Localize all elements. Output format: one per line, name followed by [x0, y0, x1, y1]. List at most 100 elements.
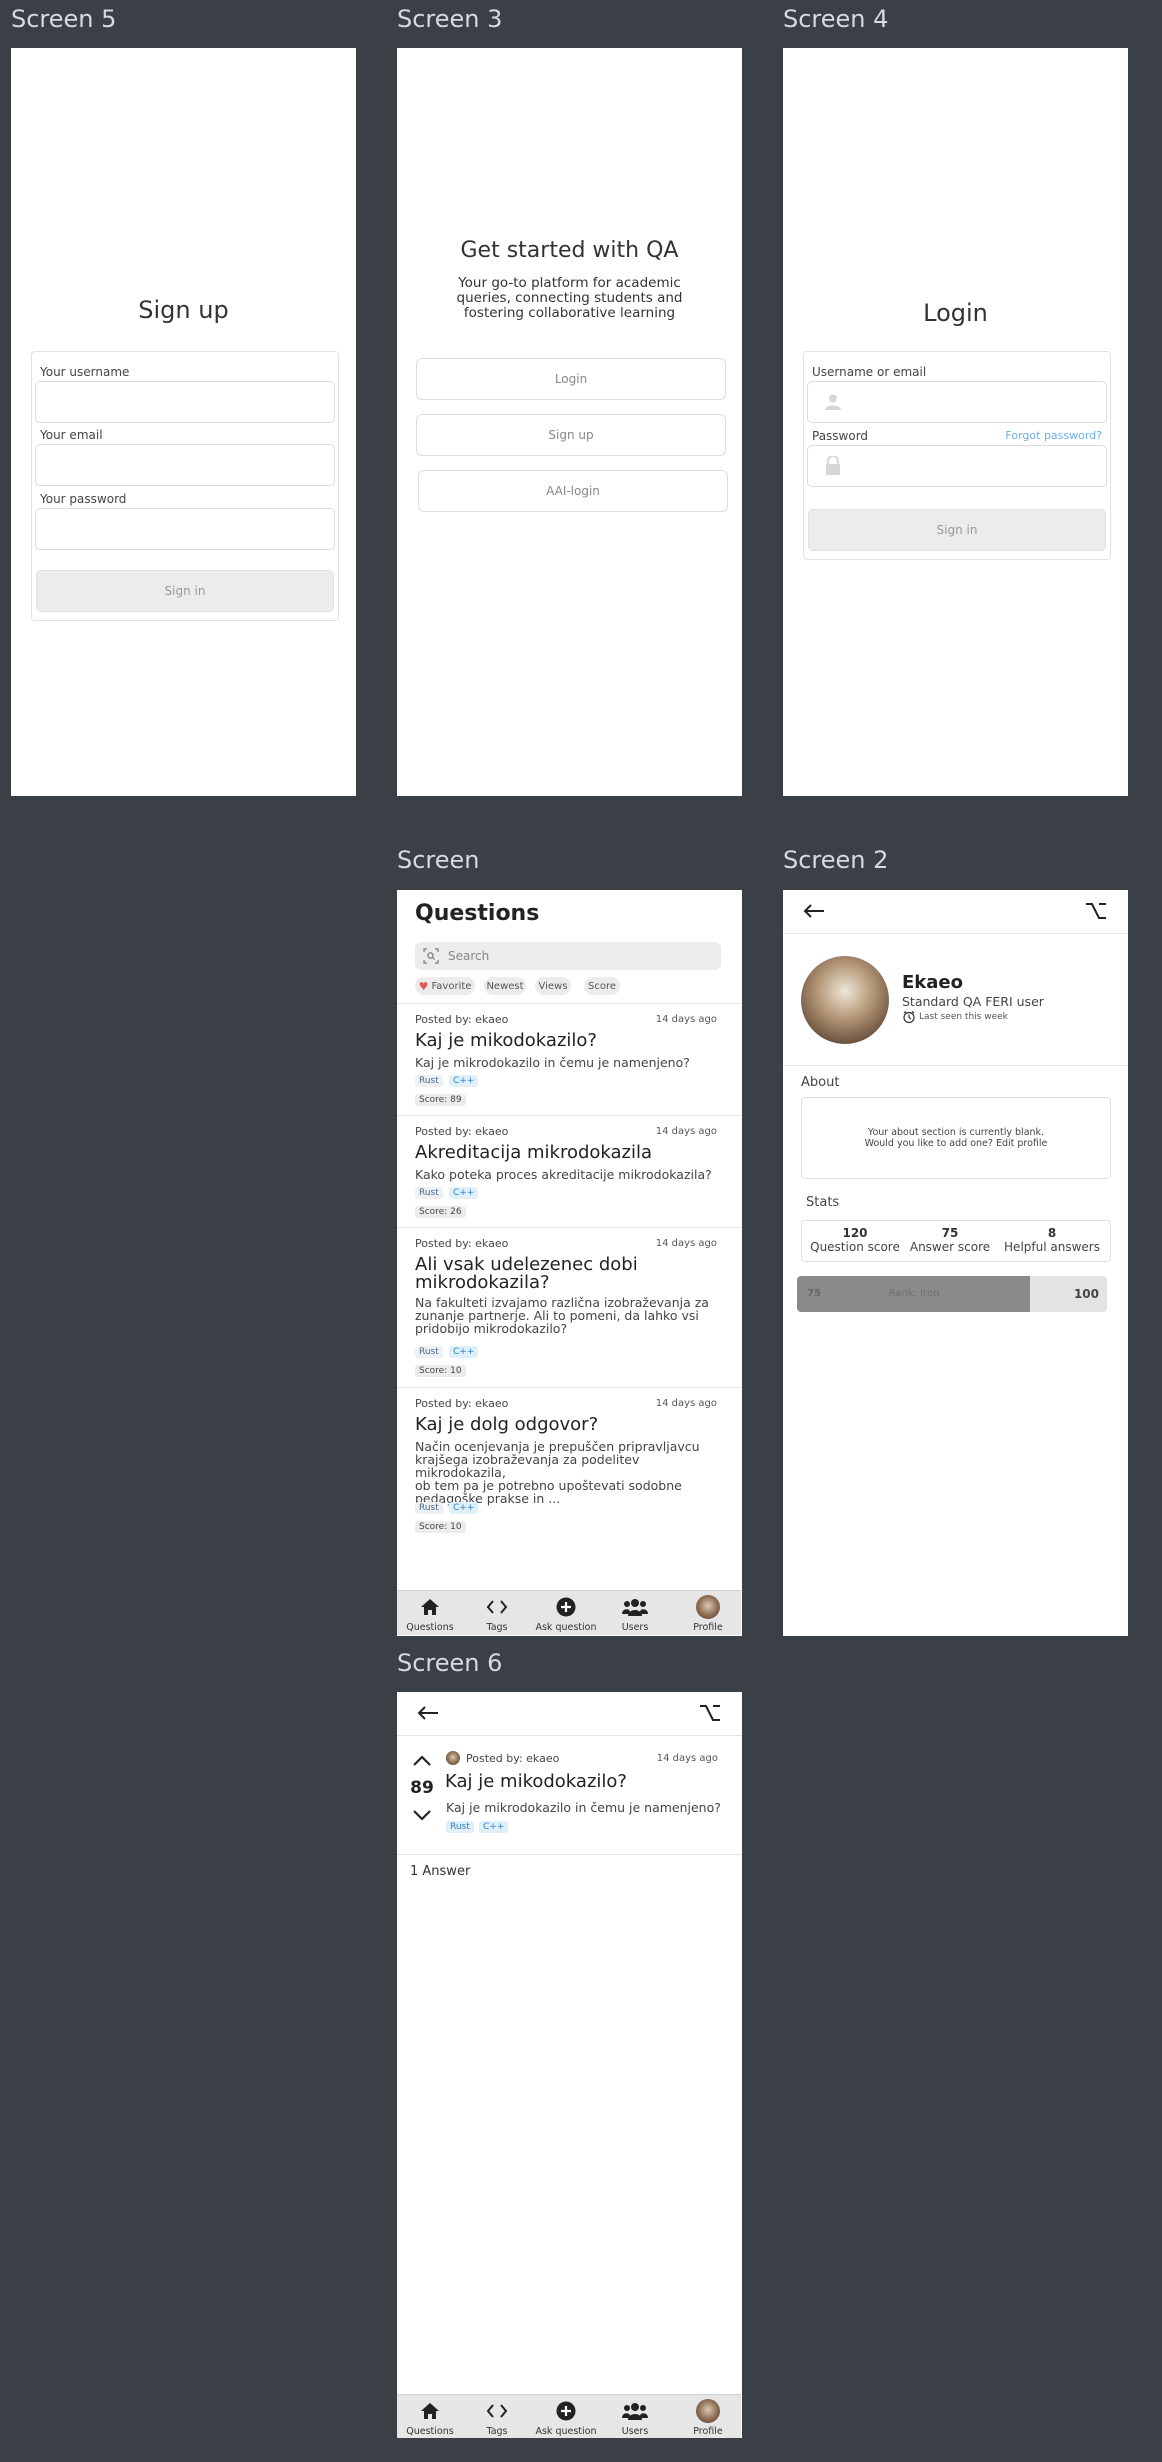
- question-title[interactable]: Kaj je dolg odgovor?: [415, 1416, 725, 1434]
- option-key-icon[interactable]: [1085, 902, 1107, 920]
- filter-score[interactable]: Score: [584, 977, 620, 995]
- email-input[interactable]: [35, 444, 335, 486]
- password-input[interactable]: [35, 508, 335, 550]
- screen-label-5: Screen 5: [11, 5, 117, 33]
- question-body: Kako poteka proces akreditacije mikrodok…: [415, 1167, 712, 1182]
- question-title[interactable]: Kaj je mikodokazilo?: [415, 1032, 725, 1050]
- question-title[interactable]: Ali vsak udelezenec dobi mikrodokazila?: [415, 1256, 725, 1292]
- tag-cpp[interactable]: C++: [449, 1346, 479, 1358]
- question-title[interactable]: Akreditacija mikrodokazila: [415, 1144, 725, 1162]
- profile-name: Ekaeo: [902, 972, 963, 993]
- avatar: [696, 1595, 720, 1619]
- username-email-input[interactable]: [807, 381, 1107, 423]
- about-text: Your about section is currently blank. W…: [864, 1127, 1048, 1149]
- downvote-icon[interactable]: [412, 1809, 432, 1822]
- signup-button[interactable]: Sign up: [416, 414, 726, 456]
- bottom-nav: Questions Tags Ask question Users Profil…: [397, 1590, 741, 1635]
- password-input[interactable]: [807, 445, 1107, 487]
- question-item[interactable]: Posted by: ekaeo 14 days ago Kaj je dolg…: [397, 1387, 741, 1542]
- tag-cpp[interactable]: C++: [449, 1502, 479, 1514]
- back-arrow-icon[interactable]: [417, 1705, 439, 1721]
- stats-label: Stats: [806, 1195, 840, 1210]
- lock-icon: [826, 456, 840, 475]
- tag-cpp[interactable]: C++: [479, 1821, 509, 1833]
- aai-login-button[interactable]: AAI-login: [418, 470, 728, 512]
- tag-cpp[interactable]: C++: [449, 1075, 479, 1087]
- nav-profile[interactable]: Profile: [673, 2395, 742, 2438]
- login-button[interactable]: Login: [416, 358, 726, 400]
- rank-label: Rank: Iron: [888, 1288, 940, 1299]
- password-label: Password: [812, 429, 869, 443]
- sign-in-button[interactable]: Sign in: [36, 570, 334, 612]
- posted-by: Posted by: ekaeo: [415, 1013, 509, 1026]
- tag-rust[interactable]: Rust: [415, 1346, 443, 1358]
- screen-label-2: Screen 2: [783, 846, 889, 874]
- nav-ask-question[interactable]: Ask question: [531, 2395, 601, 2438]
- profile-screen: Ekaeo Standard QA FERI user Last seen th…: [783, 890, 1128, 1636]
- posted-ago: 14 days ago: [655, 1398, 717, 1409]
- question-item[interactable]: Posted by: ekaeo 14 days ago Akreditacij…: [397, 1115, 741, 1226]
- tag-rust[interactable]: Rust: [446, 1821, 474, 1833]
- nav-profile[interactable]: Profile: [673, 1591, 742, 1635]
- upvote-icon[interactable]: [412, 1754, 432, 1767]
- last-seen: Last seen this week: [919, 1012, 1008, 1022]
- question-item[interactable]: Posted by: ekaeo 14 days ago Kaj je miko…: [397, 1003, 741, 1114]
- back-arrow-icon[interactable]: [803, 903, 825, 919]
- posted-by: Posted by: ekaeo: [415, 1237, 509, 1250]
- score-badge: Score: 10: [415, 1365, 466, 1377]
- search-placeholder: Search: [448, 949, 490, 963]
- username-input[interactable]: [35, 381, 335, 423]
- filter-newest[interactable]: Newest: [484, 977, 526, 995]
- nav-tags[interactable]: Tags: [462, 1591, 532, 1635]
- nav-questions[interactable]: Questions: [397, 1591, 465, 1635]
- tag-rust[interactable]: Rust: [415, 1187, 443, 1199]
- nav-ask-question[interactable]: Ask question: [531, 1591, 601, 1635]
- nav-questions[interactable]: Questions: [397, 2395, 465, 2438]
- users-icon: [622, 2403, 648, 2420]
- filter-favorite[interactable]: ♥ Favorite: [415, 977, 475, 995]
- rank-max: 100: [1073, 1287, 1099, 1301]
- welcome-screen: Get started with QA Your go-to platform …: [397, 48, 742, 796]
- posted-ago: 14 days ago: [655, 1238, 717, 1249]
- stat-helpful-label: Helpful answers: [1004, 1240, 1100, 1254]
- signup-screen: Sign up Your username Your email Your pa…: [11, 48, 356, 796]
- about-label: About: [801, 1075, 840, 1090]
- stat-helpful-value: 8: [1047, 1226, 1057, 1240]
- filter-views[interactable]: Views: [535, 977, 571, 995]
- sign-in-button[interactable]: Sign in: [808, 509, 1106, 551]
- code-icon: [486, 1600, 508, 1614]
- posted-by: Posted by: ekaeo: [466, 1752, 560, 1765]
- nav-users[interactable]: Users: [600, 1591, 670, 1635]
- welcome-subtitle: Your go-to platform for academic queries…: [456, 275, 683, 321]
- page-title: Questions: [415, 901, 540, 926]
- email-label: Your email: [40, 428, 103, 442]
- question-item[interactable]: Posted by: ekaeo 14 days ago Ali vsak ud…: [397, 1227, 741, 1386]
- option-key-icon[interactable]: [699, 1704, 721, 1722]
- plus-circle-icon: [556, 2401, 576, 2421]
- question-body: Kaj je mikrodokazilo in čemu je namenjen…: [415, 1055, 690, 1070]
- avatar: [696, 2399, 720, 2423]
- clock-icon: [903, 1011, 915, 1024]
- question-body: Kaj je mikrodokazilo in čemu je namenjen…: [446, 1800, 721, 1815]
- login-title: Login: [923, 299, 988, 327]
- login-screen: Login Username or email Password Forgot …: [783, 48, 1128, 796]
- posted-ago: 14 days ago: [656, 1753, 718, 1764]
- username-email-label: Username or email: [812, 365, 927, 379]
- code-icon: [486, 2404, 508, 2418]
- search-input[interactable]: Search: [415, 942, 721, 970]
- vote-count: 89: [410, 1778, 434, 1798]
- nav-users[interactable]: Users: [600, 2395, 670, 2438]
- stat-question-score-value: 120: [842, 1226, 868, 1240]
- forgot-password-link[interactable]: Forgot password?: [1005, 429, 1102, 442]
- signup-title: Sign up: [138, 296, 229, 324]
- filter-favorite-label: Favorite: [431, 980, 472, 992]
- tag-cpp[interactable]: C++: [449, 1187, 479, 1199]
- bottom-nav: Questions Tags Ask question Users Profil…: [397, 2394, 741, 2438]
- nav-tags[interactable]: Tags: [462, 2395, 532, 2438]
- password-label: Your password: [40, 492, 127, 506]
- stat-answer-score-label: Answer score: [909, 1240, 991, 1254]
- tag-rust[interactable]: Rust: [415, 1075, 443, 1087]
- tag-rust[interactable]: Rust: [415, 1502, 443, 1514]
- login-form: Username or email Password Forgot passwo…: [803, 351, 1111, 560]
- heart-icon: ♥: [418, 979, 429, 993]
